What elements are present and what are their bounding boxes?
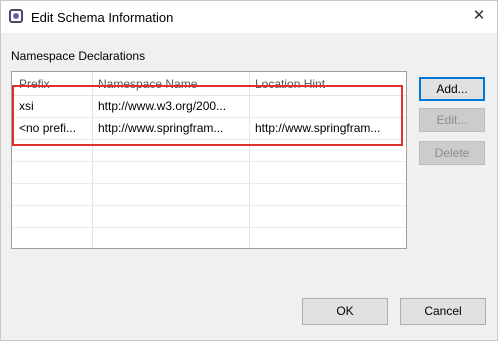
cancel-button[interactable]: Cancel	[400, 298, 486, 325]
cell-location: http://www.springfram...	[255, 121, 381, 135]
add-button[interactable]: Add...	[419, 77, 485, 101]
delete-button[interactable]: Delete	[419, 141, 485, 165]
edit-button[interactable]: Edit...	[419, 108, 485, 132]
cell-namespace: http://www.w3.org/200...	[98, 99, 227, 113]
table-row-empty	[12, 139, 406, 162]
title-bar[interactable]: Edit Schema Information ✕	[1, 1, 497, 33]
table-row[interactable]: <no prefi... http://www.springfram... ht…	[12, 117, 406, 140]
window-title: Edit Schema Information	[31, 10, 174, 25]
section-label: Namespace Declarations	[11, 49, 146, 63]
namespace-table[interactable]: Prefix Namespace Name Location Hint xsi …	[11, 71, 407, 249]
cell-namespace: http://www.springfram...	[98, 121, 224, 135]
column-header-location[interactable]: Location Hint	[255, 77, 325, 91]
dialog-window: Edit Schema Information ✕ Namespace Decl…	[0, 0, 498, 341]
table-row[interactable]: xsi http://www.w3.org/200...	[12, 95, 406, 118]
ok-button[interactable]: OK	[302, 298, 388, 325]
column-header-namespace[interactable]: Namespace Name	[98, 77, 197, 91]
table-row-empty	[12, 183, 406, 206]
schema-app-icon	[9, 9, 23, 23]
cell-prefix: xsi	[19, 99, 34, 113]
close-icon[interactable]: ✕	[467, 5, 491, 27]
column-header-prefix[interactable]: Prefix	[19, 77, 50, 91]
table-row-empty	[12, 161, 406, 184]
table-row-empty	[12, 205, 406, 228]
table-header: Prefix Namespace Name Location Hint	[12, 72, 406, 96]
cell-prefix: <no prefi...	[19, 121, 77, 135]
